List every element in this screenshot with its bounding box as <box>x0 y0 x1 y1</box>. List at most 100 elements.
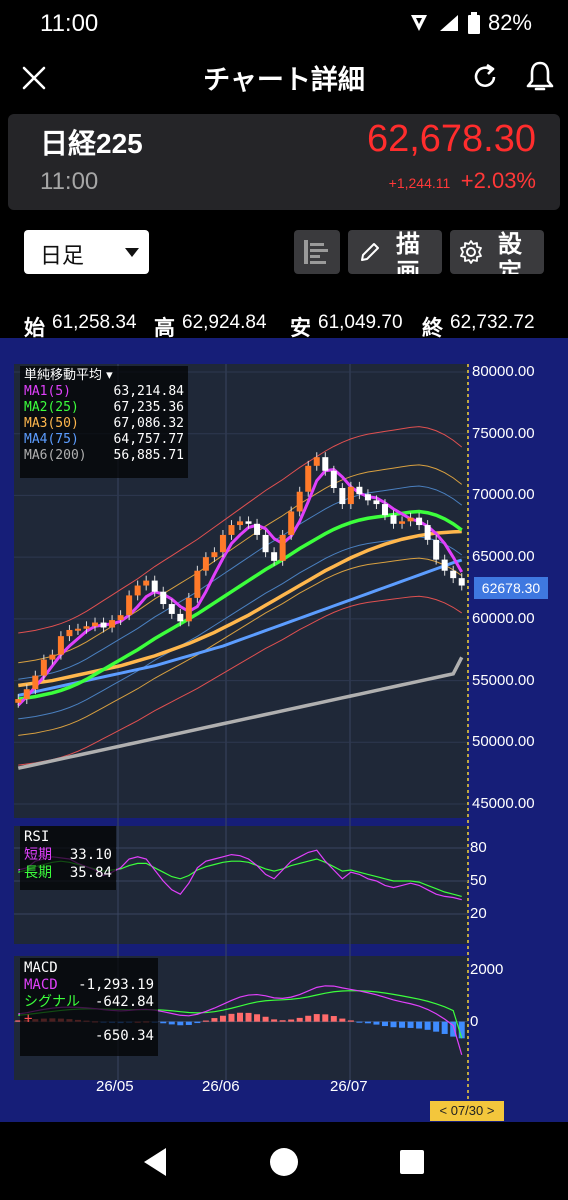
axis-label: 65000.00 <box>472 548 535 566</box>
current-price: 62,678.30 <box>366 118 536 160</box>
recents-icon[interactable] <box>394 1144 430 1180</box>
macd-histogram-bar <box>168 1021 175 1025</box>
candle <box>254 523 261 535</box>
candle <box>296 491 303 512</box>
candle <box>15 699 22 703</box>
macd-histogram-bar <box>433 1021 440 1032</box>
current-date-tag[interactable]: < 07/30 > <box>430 1101 504 1121</box>
pencil-icon <box>361 243 379 261</box>
bar-list-icon <box>304 240 328 264</box>
chevron-down-icon <box>125 248 139 257</box>
back-icon[interactable] <box>138 1144 174 1180</box>
axis-label: 20 <box>470 905 487 922</box>
signal-icon <box>439 15 458 31</box>
candle <box>416 517 423 526</box>
axis-label: 80000.00 <box>472 363 535 380</box>
macd-histogram-bar <box>381 1021 388 1027</box>
index-name: 日経225 <box>40 128 143 159</box>
macd-row: MACD -1,293.19 <box>24 977 154 994</box>
close-value: 62,732.72 <box>450 312 535 333</box>
macd-histogram-bar <box>296 1017 303 1022</box>
axis-label: 2000 <box>470 961 504 979</box>
macd-histogram-bar <box>177 1021 184 1026</box>
candle <box>381 504 388 516</box>
axis-label: 75000.00 <box>472 424 535 442</box>
rsi-legend-title: RSI <box>24 829 50 845</box>
bell-icon[interactable] <box>524 60 556 94</box>
macd-histogram-bar <box>271 1019 278 1022</box>
candle <box>399 521 406 524</box>
macd-label: MACD <box>24 977 58 993</box>
axis-label: 26/07 <box>330 1078 368 1095</box>
macd-legend: MACD MACD -1,293.19 シグナル -642.84 + -650.… <box>20 958 158 1056</box>
macd-histogram-bar <box>373 1021 380 1025</box>
axis-label: 45000.00 <box>472 795 535 812</box>
price-change-percent: +2.03% <box>460 168 536 193</box>
candle <box>194 570 201 598</box>
axis-label: 50000.00 <box>472 733 535 751</box>
macd-value: -1,293.19 <box>78 977 154 993</box>
ma-legend-row: MA6(200) 56,885.71 <box>24 448 184 464</box>
candle <box>288 511 295 535</box>
candle <box>57 636 64 655</box>
app-header: チャート詳細 <box>0 50 568 106</box>
candle <box>109 620 116 628</box>
rsi-legend-row: 短期 33.10 <box>24 846 112 864</box>
ma-legend[interactable]: 単純移動平均 ▾ MA1(5) 63,214.84 MA2(25) 67,235.36… <box>20 366 188 478</box>
candle <box>424 525 431 540</box>
ma-legend-row: MA2(25) 67,235.36 <box>24 400 184 416</box>
macd-histogram-bar <box>407 1021 414 1028</box>
system-nav-bar <box>0 1122 568 1200</box>
draw-button[interactable]: 描画 <box>348 230 442 274</box>
period-select[interactable]: 日足 <box>24 230 149 274</box>
low-value: 61,049.70 <box>318 312 403 333</box>
candle <box>322 457 329 471</box>
rsi-legend-value: 33.10 <box>69 847 112 863</box>
candle <box>32 675 39 690</box>
macd-histogram-bar <box>262 1016 269 1022</box>
candle <box>330 470 337 489</box>
candle <box>49 654 56 660</box>
candle <box>373 500 380 505</box>
candle <box>262 534 269 553</box>
axis-label: 60000.00 <box>472 609 535 627</box>
macd-histogram-bar <box>211 1018 218 1022</box>
macd-histogram-bar <box>288 1019 295 1022</box>
axis-label: 50 <box>470 872 487 889</box>
ma-legend-label: MA2(25) <box>24 400 79 415</box>
price-change: +1,244.11 +2.03% <box>389 168 536 194</box>
candle <box>433 539 440 560</box>
axis-label: 0 <box>470 1012 479 1030</box>
refresh-icon[interactable] <box>470 62 500 92</box>
candle <box>305 465 312 492</box>
candle <box>151 580 158 592</box>
macd-histogram-bar <box>313 1014 320 1022</box>
candle <box>92 622 99 627</box>
battery-percent: 82% <box>487 10 532 35</box>
macd-histogram-bar <box>416 1021 423 1029</box>
settings-button[interactable]: 設定 <box>450 230 544 274</box>
candle <box>450 570 457 579</box>
macd-histogram-bar <box>305 1015 312 1022</box>
candle <box>219 534 226 553</box>
indicator-list-button[interactable] <box>294 230 340 274</box>
candle <box>237 521 243 526</box>
candle <box>211 552 218 558</box>
candle <box>177 613 184 622</box>
signal-label: シグナル <box>24 994 80 1010</box>
close-icon[interactable] <box>18 62 50 94</box>
ma-legend-value: 67,086.32 <box>113 416 184 431</box>
macd-histogram-bar <box>322 1014 329 1022</box>
settings-button-label: 設定 <box>498 230 522 274</box>
rsi-legend-label: 長期 <box>24 865 52 881</box>
macd-histogram-bar <box>339 1018 346 1022</box>
axis-label: 70000.00 <box>472 486 535 504</box>
rsi-legend-row: 長期 35.84 <box>24 864 112 882</box>
home-icon[interactable] <box>266 1144 302 1180</box>
macd-histogram-bar <box>441 1021 448 1034</box>
period-select-value: 日足 <box>40 244 85 269</box>
candle <box>117 615 124 621</box>
hist-value: -650.34 <box>94 1028 154 1044</box>
ma-legend-title: 単純移動平均 ▾ <box>24 368 113 383</box>
macd-histogram-bar <box>219 1015 226 1022</box>
